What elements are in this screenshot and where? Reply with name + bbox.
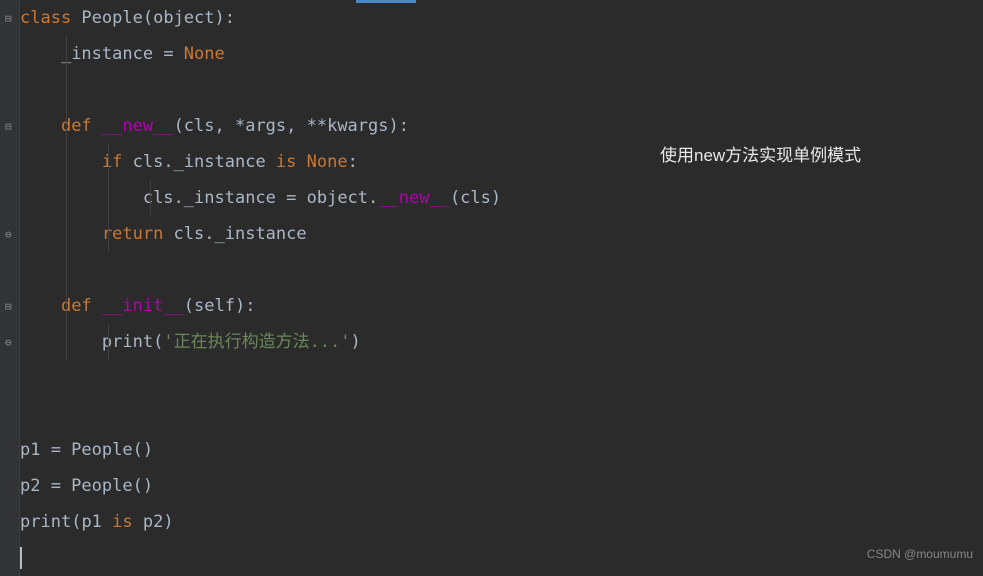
indent [20,332,102,352]
fold-icon[interactable]: ⊟ [5,13,12,24]
paren: ): [215,8,235,28]
fold-icon[interactable]: ⊖ [5,337,12,348]
code-line-empty[interactable] [20,72,983,108]
fold-icon[interactable]: ⊖ [5,229,12,240]
arg: p1 [81,512,112,532]
object: cls [143,188,174,208]
code-line[interactable]: print(p1 is p2) [20,504,983,540]
paren: ) [351,332,361,352]
keyword-none: None [307,152,348,172]
code-line-empty[interactable] [20,252,983,288]
object: cls [174,224,205,244]
variable: _instance [61,44,153,64]
code-line[interactable]: p1 = People() [20,432,983,468]
text-cursor [20,547,22,569]
code-line-empty[interactable] [20,360,983,396]
code-line[interactable]: class People(object): [20,0,983,36]
keyword-class: class [20,8,81,28]
code-line[interactable]: cls._instance = object.__new__(cls) [20,180,983,216]
object: object [307,188,368,208]
paren: ( [143,8,153,28]
code-line-empty[interactable] [20,396,983,432]
code-editor[interactable]: class People(object): _instance = None d… [20,0,983,576]
object: cls [133,152,164,172]
method-name: __new__ [378,188,450,208]
code-line[interactable]: _instance = None [20,36,983,72]
code-line[interactable]: return cls._instance [20,216,983,252]
params: (self): [184,296,256,316]
keyword-return: return [102,224,174,244]
arg: p2 [143,512,163,532]
attr: ._instance = [174,188,307,208]
paren: ( [71,512,81,532]
statement: p2 = People() [20,476,153,496]
paren: ( [153,332,163,352]
keyword-is: is [276,152,307,172]
keyword-def: def [61,296,102,316]
attr: ._instance [204,224,306,244]
code-line[interactable]: print('正在执行构造方法...') [20,324,983,360]
code-line[interactable]: p2 = People() [20,468,983,504]
colon: : [348,152,358,172]
indent [20,152,102,172]
indent [20,116,61,136]
indent [20,188,143,208]
params: (cls, *args, **kwargs): [174,116,409,136]
dot: . [368,188,378,208]
method-name: __new__ [102,116,174,136]
editor-gutter: ⊟ ⊟ ⊖ ⊟ ⊖ [0,0,20,576]
arg: object [153,8,214,28]
attr: ._instance [163,152,276,172]
fold-icon[interactable]: ⊟ [5,121,12,132]
annotation-text: 使用new方法实现单例模式 [660,138,861,174]
method-name: __init__ [102,296,184,316]
args: (cls) [450,188,501,208]
code-line[interactable]: def __init__(self): [20,288,983,324]
function-call: print [102,332,153,352]
fold-icon[interactable]: ⊟ [5,301,12,312]
keyword-is: is [112,512,143,532]
operator: = [153,44,184,64]
indent [20,44,61,64]
function-call: print [20,512,71,532]
class-name: People [81,8,142,28]
indent [20,224,102,244]
statement: p1 = People() [20,440,153,460]
indent [20,296,61,316]
keyword-none: None [184,44,225,64]
keyword-def: def [61,116,102,136]
keyword-if: if [102,152,133,172]
watermark-text: CSDN @moumumu [867,536,973,572]
string-literal: '正在执行构造方法...' [163,332,350,352]
paren: ) [163,512,173,532]
